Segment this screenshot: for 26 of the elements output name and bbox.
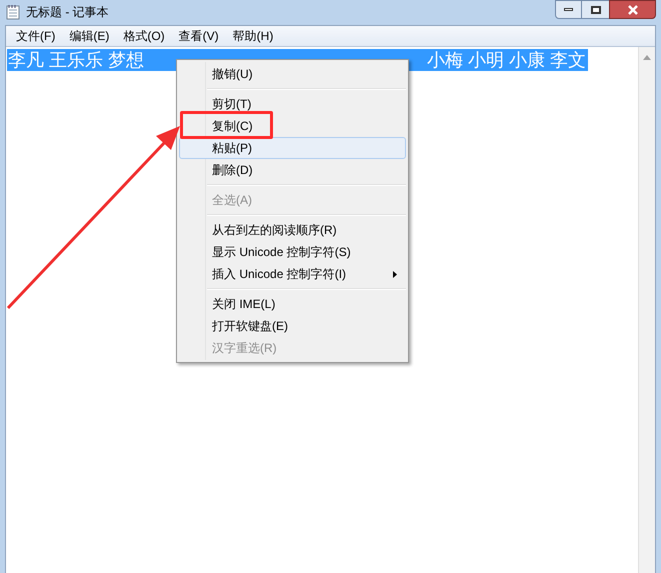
- menu-item[interactable]: 关闭 IME(L): [179, 293, 406, 315]
- editor-text: 小梅 小明 小康 李文: [426, 49, 587, 71]
- scrollbar[interactable]: [638, 47, 655, 573]
- menu-bar-item[interactable]: 编辑(E): [63, 27, 116, 45]
- window-title: 无标题 - 记事本: [26, 4, 109, 21]
- close-button[interactable]: [609, 0, 656, 19]
- menu-item[interactable]: 粘贴(P): [179, 137, 406, 159]
- editor-text: 李凡 王乐乐 梦想: [7, 49, 146, 71]
- menu-bar-item[interactable]: 帮助(H): [226, 27, 280, 45]
- menu-item[interactable]: 从右到左的阅读顺序(R): [179, 219, 406, 241]
- menu-bar-item[interactable]: 文件(F): [10, 27, 62, 45]
- menu-bar-item[interactable]: 格式(O): [117, 27, 171, 45]
- close-icon: [626, 4, 638, 14]
- menu-item[interactable]: 显示 Unicode 控制字符(S): [179, 241, 406, 263]
- menu-item[interactable]: 删除(D): [179, 159, 406, 181]
- minimize-icon: [564, 8, 573, 11]
- menu-item[interactable]: 剪切(T): [179, 93, 406, 115]
- menu-item[interactable]: 插入 Unicode 控制字符(I): [179, 263, 406, 285]
- menu-item[interactable]: 复制(C): [179, 115, 406, 137]
- notepad-icon: [6, 4, 20, 20]
- maximize-icon: [590, 6, 600, 14]
- maximize-button[interactable]: [582, 0, 609, 19]
- minimize-button[interactable]: [555, 0, 582, 19]
- menu-item[interactable]: 撤销(U): [179, 63, 406, 85]
- menu-item[interactable]: 打开软键盘(E): [179, 315, 406, 337]
- menu-bar-item[interactable]: 查看(V): [172, 27, 225, 45]
